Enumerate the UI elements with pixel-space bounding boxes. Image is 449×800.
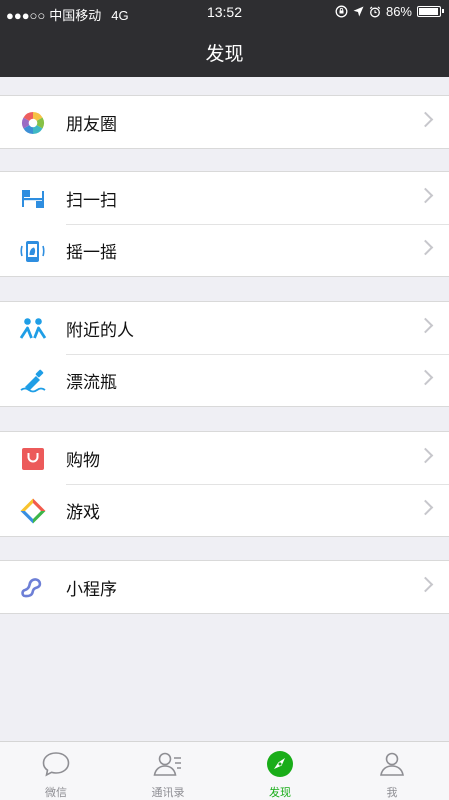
page-title: 发现 xyxy=(205,44,244,65)
menu-item-shopping[interactable]: 购物 xyxy=(0,432,449,484)
menu-item-label: 朋友圈 xyxy=(66,115,117,134)
menu-item-scan[interactable]: 扫一扫 xyxy=(0,172,449,224)
group-nearby-bottle: 附近的人 漂流瓶 xyxy=(0,301,449,407)
menu-item-shake[interactable]: 摇一摇 xyxy=(0,224,449,276)
status-right: 86% xyxy=(335,4,444,19)
chevron-right-icon xyxy=(417,369,434,386)
moments-icon xyxy=(22,112,44,134)
me-icon xyxy=(380,752,404,776)
menu-item-label: 游戏 xyxy=(66,503,100,522)
mini-program-icon xyxy=(21,578,42,598)
battery-percent: 86% xyxy=(385,4,412,19)
shopping-icon xyxy=(22,448,44,470)
shake-icon xyxy=(20,241,45,262)
rotation-lock-icon xyxy=(335,5,348,18)
tab-label: 我 xyxy=(386,787,398,799)
tab-me[interactable]: 我 xyxy=(336,742,448,800)
menu-item-label: 摇一摇 xyxy=(66,243,117,262)
battery-fill xyxy=(419,8,438,15)
group-shopping-games: 购物 游戏 xyxy=(0,431,449,537)
tab-label: 微信 xyxy=(45,787,67,799)
menu-item-mini-program[interactable]: 小程序 xyxy=(0,561,449,613)
chevron-right-icon xyxy=(417,499,434,516)
chevron-right-icon xyxy=(417,317,434,334)
menu-item-drift-bottle[interactable]: 漂流瓶 xyxy=(0,354,449,406)
tab-label: 发现 xyxy=(269,787,291,799)
chevron-right-icon xyxy=(417,447,434,464)
nav-bar: 发现 xyxy=(0,26,449,77)
chevron-right-icon xyxy=(417,111,434,128)
battery-icon xyxy=(417,6,444,17)
tab-bar: 微信 通讯录 发现 我 xyxy=(0,741,449,800)
menu-item-people-nearby[interactable]: 附近的人 xyxy=(0,302,449,354)
tab-contacts[interactable]: 通讯录 xyxy=(112,742,224,800)
tab-discover[interactable]: 发现 xyxy=(224,742,336,800)
chevron-right-icon xyxy=(417,576,434,593)
location-icon xyxy=(353,6,364,17)
people-nearby-icon xyxy=(19,318,47,339)
group-moments: 朋友圈 xyxy=(0,95,449,149)
contacts-icon xyxy=(153,752,181,776)
group-mini-program: 小程序 xyxy=(0,560,449,614)
chevron-right-icon xyxy=(417,187,434,204)
status-bar: ●●●○○ 中国移动 4G 13:52 86% xyxy=(0,0,449,26)
menu-item-label: 购物 xyxy=(66,451,100,470)
group-scan-shake: 扫一扫 摇一摇 xyxy=(0,171,449,277)
chat-bubble-icon xyxy=(42,752,70,777)
drift-bottle-icon xyxy=(20,369,46,393)
games-icon xyxy=(20,498,46,524)
tab-label: 通讯录 xyxy=(151,787,185,799)
discover-compass-icon xyxy=(267,751,293,777)
menu-item-games[interactable]: 游戏 xyxy=(0,484,449,536)
menu-item-label: 扫一扫 xyxy=(66,191,117,210)
tab-chats[interactable]: 微信 xyxy=(0,742,112,800)
menu-item-label: 小程序 xyxy=(66,580,117,599)
chevron-right-icon xyxy=(417,239,434,256)
menu-item-label: 漂流瓶 xyxy=(66,373,117,392)
scan-icon xyxy=(22,190,44,208)
alarm-icon xyxy=(369,6,381,17)
menu-item-label: 附近的人 xyxy=(66,321,134,340)
menu-item-moments[interactable]: 朋友圈 xyxy=(0,96,449,148)
